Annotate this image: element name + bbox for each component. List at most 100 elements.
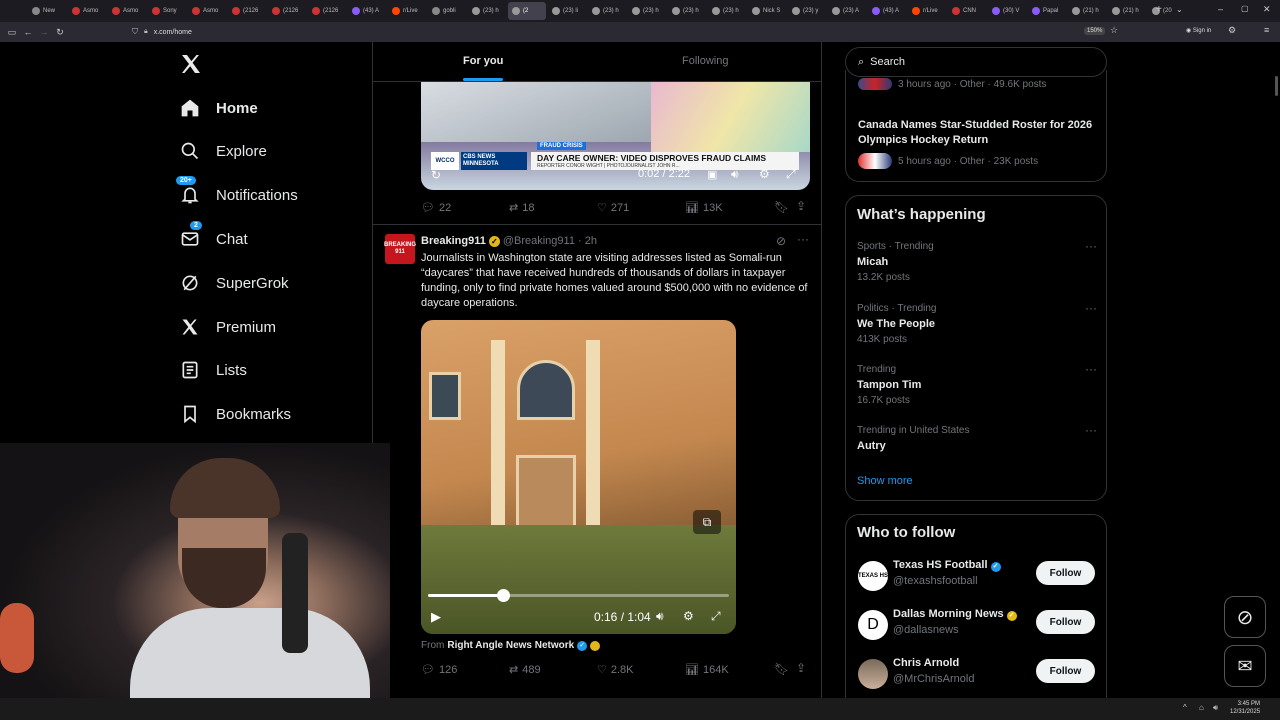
sidebar-item-supergrok[interactable]: SuperGrok [180,273,289,293]
browser-tab[interactable]: Sony [148,2,186,20]
sidebar-item-bookmarks[interactable]: Bookmarks [180,404,291,424]
reply-button[interactable]: 💬︎ 126 [421,663,457,677]
share-button[interactable]: ⇪ [796,199,806,213]
trend-more-icon[interactable]: ··· [1085,301,1097,315]
browser-tab[interactable]: r/Live [388,2,426,20]
browser-tab[interactable]: Asmo [188,2,226,20]
like-button[interactable]: ♡ 271 [597,201,629,215]
pip-icon[interactable]: ⧉ [693,510,721,534]
news-item[interactable]: Canada Names Star-Studded Roster for 202… [858,118,1098,169]
new-tab-button[interactable]: + [1156,4,1162,15]
like-button[interactable]: ♡ 2.8K [597,663,634,677]
browser-tab[interactable]: (23) h [668,2,706,20]
browser-tab[interactable]: New [28,2,66,20]
browser-tab[interactable]: (23) y [788,2,826,20]
browser-tab[interactable]: r/Live [908,2,946,20]
browser-tab[interactable]: (43) A [868,2,906,20]
browser-tab[interactable]: (2126 [308,2,346,20]
extensions-icon[interactable]: ⚙ [1228,25,1236,36]
browser-tab[interactable]: gobli [428,2,466,20]
post-2[interactable]: BREAKING 911 Breaking911 ✓ @Breaking911 … [373,225,821,698]
grok-floating-button[interactable]: ⊘ [1224,596,1266,638]
trend-item[interactable]: Trending Tampon Tim 16.7K posts ··· [857,362,1097,406]
sidebar-item-chat[interactable]: 2 Chat [180,221,248,249]
shield-icon[interactable]: ⛉ [132,27,138,37]
views-button[interactable]: 📊︎ 13K [685,201,723,215]
share-button[interactable]: ⇪ [796,661,806,675]
follow-button[interactable]: Follow [1036,659,1095,683]
settings-icon[interactable]: ⚙ [683,609,694,623]
browser-tab[interactable]: Papal [1028,2,1066,20]
follow-button[interactable]: Follow [1036,561,1095,585]
reply-button[interactable]: 💬︎ 22 [421,201,451,215]
back-button[interactable]: ← [20,27,36,37]
volume-icon[interactable]: 🔊︎ [731,167,739,182]
news-item[interactable]: 3 hours ago · Other · 49.6K posts [858,78,1046,90]
trend-more-icon[interactable]: ··· [1085,362,1097,376]
browser-tab[interactable]: (30) V [988,2,1026,20]
browser-tab[interactable]: Asmo [108,2,146,20]
trend-item[interactable]: Sports · Trending Micah 13.2K posts ··· [857,239,1097,283]
sidebar-item-premium[interactable]: Premium [180,317,276,337]
follow-suggestion[interactable]: Chris Arnold @MrChrisArnold Follow [846,657,1106,693]
avatar[interactable]: D [858,610,888,640]
more-options-icon[interactable]: ··· [797,232,809,246]
url-bar[interactable]: ⛉ 🔒︎ x.com/home [132,25,1052,39]
captions-icon[interactable]: ▣ [707,168,717,181]
play-button[interactable]: ▶ [431,609,441,625]
sidebar-item-notifications[interactable]: 20+ Notifications [176,176,298,205]
trend-more-icon[interactable]: ··· [1085,239,1097,253]
browser-tab[interactable]: (2126 [228,2,266,20]
x-logo-icon[interactable] [179,52,203,76]
sidebar-toggle-icon[interactable]: ▭ [4,27,20,38]
browser-tab[interactable]: (2126 [268,2,306,20]
sidebar-item-home[interactable]: Home [180,98,258,118]
browser-tab[interactable]: (21) h [1108,2,1146,20]
browser-tab[interactable]: (23) li [548,2,586,20]
browser-tab[interactable]: (43) A [348,2,386,20]
zoom-level[interactable]: 150% [1084,27,1106,35]
browser-tab[interactable]: CNN [948,2,986,20]
browser-tab[interactable]: (23) A [828,2,866,20]
video-source[interactable]: From Right Angle News Network ✓ [421,640,601,651]
clock[interactable]: 3:45 PM 12/31/2025 [1230,700,1260,716]
follow-suggestion[interactable]: D Dallas Morning News ✓ @dallasnews Follow [846,608,1106,644]
bookmark-button[interactable]: 🔖︎ [774,200,789,214]
minimize-button[interactable]: – [1218,4,1223,14]
repost-button[interactable]: ⇄ 18 [509,201,534,215]
tab-for-you[interactable]: For you [463,55,503,81]
bookmark-star-icon[interactable]: ☆ [1110,25,1118,36]
views-button[interactable]: 📊︎ 164K [685,663,729,677]
avatar[interactable] [858,659,888,689]
volume-tray-icon[interactable]: 🔊︎ [1213,703,1218,713]
avatar[interactable]: TEXAS HS [858,561,888,591]
browser-tab[interactable]: (21) h [1068,2,1106,20]
trend-more-icon[interactable]: ··· [1085,423,1097,437]
network-icon[interactable]: ⌂ [1199,703,1204,712]
repost-button[interactable]: ⇄ 489 [509,663,541,677]
sign-in-button[interactable]: ◉ Sign in [1186,27,1211,34]
messages-floating-button[interactable]: ✉ [1224,645,1266,687]
trend-item[interactable]: Politics · Trending We The People 413K pos… [857,301,1097,345]
browser-tab[interactable]: Asmo [68,2,106,20]
show-more-link[interactable]: Show more [857,475,913,487]
trend-item[interactable]: Trending in United States Autry ··· [857,423,1097,456]
browser-tab[interactable]: Nick S [748,2,786,20]
follow-button[interactable]: Follow [1036,610,1095,634]
sidebar-item-explore[interactable]: Explore [180,141,267,161]
browser-tab[interactable]: (23) h [588,2,626,20]
browser-tab[interactable]: (23) h [468,2,506,20]
browser-tab[interactable]: (23) h [628,2,666,20]
tab-list-icon[interactable]: ⌄ [1176,5,1183,14]
settings-icon[interactable]: ⚙ [759,167,770,181]
video-progress-track[interactable] [428,589,729,602]
post-2-video[interactable]: ⧉ ▶ 0:16 / 1:04 🔊︎ ⚙ ⤢ [421,320,736,634]
avatar[interactable]: BREAKING 911 [384,234,416,264]
grok-icon[interactable]: ⊘ [776,234,786,248]
close-window-button[interactable]: ✕ [1263,4,1271,15]
tray-chevron-icon[interactable]: ^ [1183,703,1187,712]
forward-button[interactable]: → [36,27,52,37]
post-author[interactable]: Breaking911 ✓ @Breaking911 · 2h [421,235,597,247]
fullscreen-icon[interactable]: ⤢ [711,609,721,624]
fullscreen-icon[interactable]: ⤢ [786,167,796,182]
